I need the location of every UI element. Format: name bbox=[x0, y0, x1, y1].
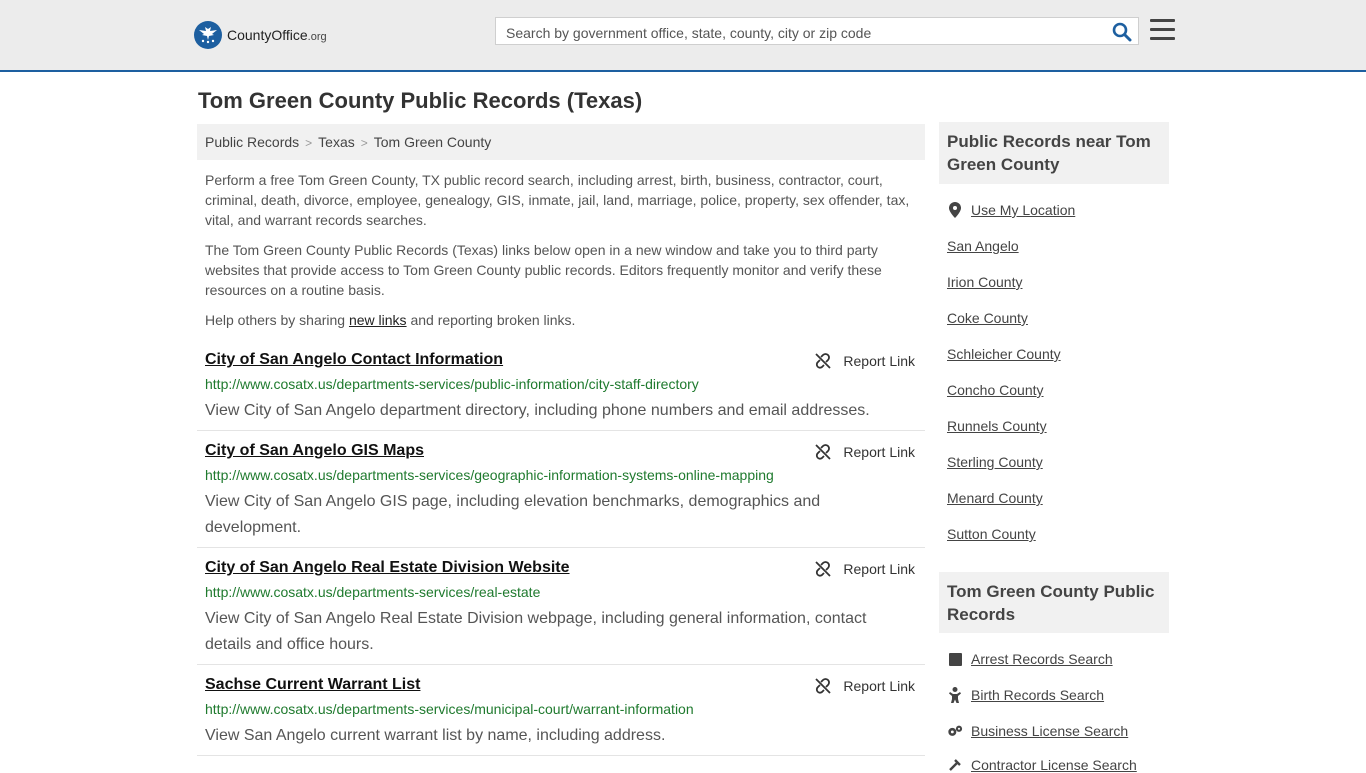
sidebar-link-arrest-records[interactable]: Arrest Records Search bbox=[947, 651, 1113, 667]
breadcrumb: Public Records > Texas > Tom Green County bbox=[197, 124, 925, 160]
record-item: Sachse Current Warrant List Report Link … bbox=[197, 676, 925, 756]
broken-link-icon bbox=[815, 353, 832, 369]
square-icon bbox=[947, 651, 963, 667]
gears-icon bbox=[947, 723, 963, 739]
search-icon bbox=[1112, 22, 1132, 42]
use-my-location-link[interactable]: Use My Location bbox=[947, 202, 1075, 218]
share-paragraph: Help others by sharing new links and rep… bbox=[205, 312, 576, 328]
report-link-button[interactable]: Report Link bbox=[815, 353, 915, 369]
record-title-link[interactable]: City of San Angelo Real Estate Division … bbox=[205, 559, 570, 577]
disclaimer-paragraph: The Tom Green County Public Records (Tex… bbox=[205, 242, 882, 298]
report-link-button[interactable]: Report Link bbox=[815, 678, 915, 694]
report-link-label: Report Link bbox=[843, 353, 915, 369]
sidebar-link-runnels-county[interactable]: Runnels County bbox=[947, 418, 1047, 434]
record-url: http://www.cosatx.us/departments-service… bbox=[205, 701, 694, 717]
sidebar-link-coke-county[interactable]: Coke County bbox=[947, 310, 1028, 326]
search-box bbox=[495, 17, 1139, 45]
record-item: City of San Angelo Real Estate Division … bbox=[197, 559, 925, 665]
record-title-link[interactable]: City of San Angelo GIS Maps bbox=[205, 442, 424, 460]
report-link-button[interactable]: Report Link bbox=[815, 444, 915, 460]
report-link-label: Report Link bbox=[843, 678, 915, 694]
site-header: CountyOffice.org bbox=[0, 0, 1366, 72]
tools-icon bbox=[947, 757, 963, 773]
sidebar-link-irion-county[interactable]: Irion County bbox=[947, 274, 1022, 290]
eagle-logo-icon bbox=[194, 21, 222, 49]
use-my-location-label: Use My Location bbox=[971, 202, 1076, 218]
breadcrumb-texas[interactable]: Texas bbox=[318, 134, 355, 150]
broken-link-icon bbox=[815, 444, 832, 460]
breadcrumb-tom-green-county[interactable]: Tom Green County bbox=[374, 134, 492, 150]
breadcrumb-separator: > bbox=[305, 136, 313, 150]
broken-link-icon bbox=[815, 561, 832, 577]
hamburger-menu-icon[interactable] bbox=[1150, 19, 1175, 41]
record-title-link[interactable]: Sachse Current Warrant List bbox=[205, 676, 420, 694]
logo-text: CountyOffice.org bbox=[227, 27, 327, 43]
sidebar-link-contractor-license[interactable]: Contractor License Search bbox=[947, 757, 1137, 773]
report-link-label: Report Link bbox=[843, 561, 915, 577]
record-url: http://www.cosatx.us/departments-service… bbox=[205, 584, 541, 600]
search-button[interactable] bbox=[1112, 22, 1132, 42]
sidebar-link-concho-county[interactable]: Concho County bbox=[947, 382, 1044, 398]
report-link-button[interactable]: Report Link bbox=[815, 561, 915, 577]
record-description: View City of San Angelo Real Estate Divi… bbox=[205, 610, 867, 653]
record-description: View San Angelo current warrant list by … bbox=[205, 727, 666, 744]
record-title-link[interactable]: City of San Angelo Contact Information bbox=[205, 351, 503, 369]
sidebar-nearby-heading: Public Records near Tom Green County bbox=[939, 122, 1169, 184]
record-item: City of San Angelo Contact Information R… bbox=[197, 351, 925, 431]
sidebar-link-sutton-county[interactable]: Sutton County bbox=[947, 526, 1036, 542]
record-description: View City of San Angelo department direc… bbox=[205, 402, 870, 419]
sidebar-link-sterling-county[interactable]: Sterling County bbox=[947, 454, 1043, 470]
page-title: Tom Green County Public Records (Texas) bbox=[198, 88, 643, 113]
report-link-label: Report Link bbox=[843, 444, 915, 460]
record-item: City of San Angelo GIS Maps Report Link … bbox=[197, 442, 925, 548]
sidebar-link-menard-county[interactable]: Menard County bbox=[947, 490, 1043, 506]
new-links-link[interactable]: new links bbox=[349, 312, 407, 328]
sidebar-link-schleicher-county[interactable]: Schleicher County bbox=[947, 346, 1061, 362]
breadcrumb-separator: > bbox=[360, 136, 368, 150]
record-description: View City of San Angelo GIS page, includ… bbox=[205, 493, 821, 536]
sidebar-link-birth-records[interactable]: Birth Records Search bbox=[947, 687, 1104, 703]
search-input[interactable] bbox=[504, 22, 1108, 44]
breadcrumb-public-records[interactable]: Public Records bbox=[205, 134, 299, 150]
sidebar-link-business-license[interactable]: Business License Search bbox=[947, 723, 1128, 739]
record-url: http://www.cosatx.us/departments-service… bbox=[205, 467, 774, 483]
site-logo[interactable]: CountyOffice.org bbox=[194, 20, 327, 50]
map-marker-icon bbox=[947, 202, 963, 218]
record-url: http://www.cosatx.us/departments-service… bbox=[205, 376, 699, 392]
sidebar-records-heading: Tom Green County Public Records bbox=[939, 572, 1169, 633]
baby-icon bbox=[947, 687, 963, 703]
broken-link-icon bbox=[815, 678, 832, 694]
intro-paragraph: Perform a free Tom Green County, TX publ… bbox=[205, 172, 910, 228]
sidebar-link-san-angelo[interactable]: San Angelo bbox=[947, 238, 1019, 254]
